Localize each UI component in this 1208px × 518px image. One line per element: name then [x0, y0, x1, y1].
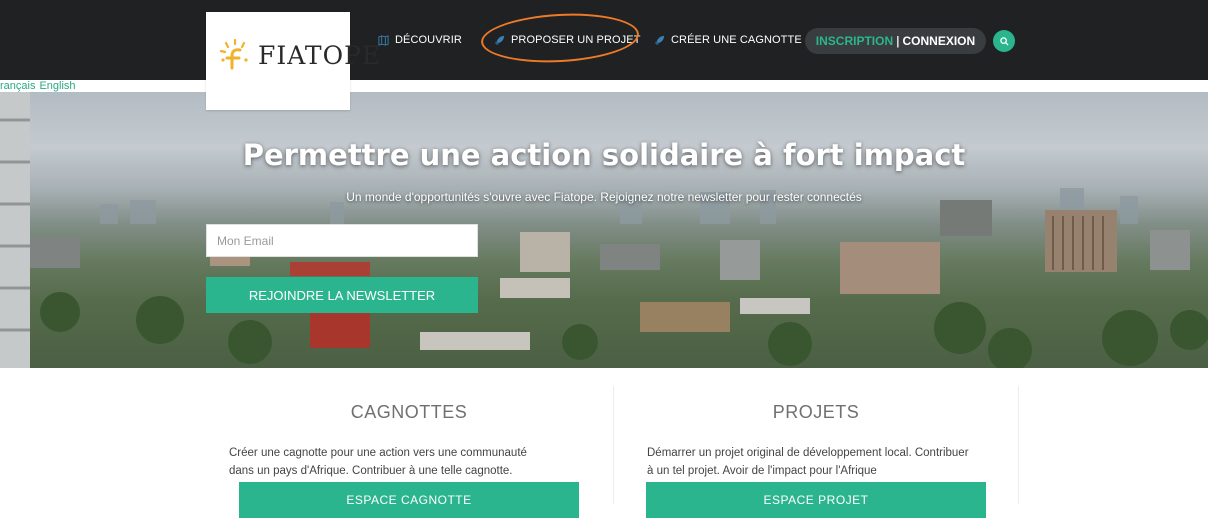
signup-link[interactable]: INSCRIPTION	[816, 34, 893, 48]
logo[interactable]: FIATOPE	[206, 12, 380, 110]
auth-pill: INSCRIPTION | CONNEXION	[805, 28, 986, 54]
projets-text: Démarrer un projet original de développe…	[647, 447, 969, 477]
language-switcher: rançais English	[0, 80, 80, 92]
hero-banner: Permettre une action solidaire à fort im…	[0, 92, 1208, 368]
email-input[interactable]	[206, 224, 478, 257]
nav-creer-cagnotte[interactable]: CRÉER UNE CAGNOTTE	[654, 34, 802, 46]
auth-separator: |	[896, 34, 900, 48]
login-link[interactable]: CONNEXION	[903, 34, 976, 48]
column-divider	[1018, 386, 1019, 504]
rocket-icon	[654, 35, 665, 45]
lang-francais[interactable]: rançais	[0, 80, 35, 92]
projets-title: PROJETS	[772, 402, 860, 422]
nav-creer-label: CRÉER UNE CAGNOTTE	[671, 34, 802, 46]
column-divider	[613, 386, 614, 504]
logo-text: FIATOPE	[258, 40, 382, 70]
city-skyline-image	[0, 92, 1208, 368]
rocket-icon	[494, 35, 505, 45]
cagnottes-text: Créer une cagnotte pour une action vers …	[229, 447, 527, 477]
espace-projet-button[interactable]: ESPACE PROJET	[646, 482, 986, 518]
hero-title: Permettre une action solidaire à fort im…	[242, 138, 966, 172]
search-button[interactable]	[993, 30, 1015, 52]
newsletter-button[interactable]: REJOINDRE LA NEWSLETTER	[206, 277, 478, 313]
logo-inner: FIATOPE	[218, 38, 381, 72]
hero-subtitle: Un monde d'opportunités s'ouvre avec Fia…	[346, 190, 862, 204]
nav-proposer-projet[interactable]: PROPOSER UN PROJET	[494, 34, 641, 46]
nav-proposer-label: PROPOSER UN PROJET	[511, 34, 641, 46]
top-navbar: DÉCOUVRIR PROPOSER UN PROJET CRÉER UNE C…	[0, 0, 1208, 80]
logo-mark-icon	[219, 38, 248, 70]
espace-cagnotte-button[interactable]: ESPACE CAGNOTTE	[239, 482, 579, 518]
cagnottes-title: CAGNOTTES	[350, 402, 468, 422]
lang-english[interactable]: English	[39, 80, 75, 92]
nav-decouvrir[interactable]: DÉCOUVRIR	[378, 34, 462, 46]
features-section: CAGNOTTES Créer une cagnotte pour une ac…	[0, 368, 1208, 518]
search-icon	[999, 36, 1009, 46]
nav-decouvrir-label: DÉCOUVRIR	[395, 34, 462, 46]
